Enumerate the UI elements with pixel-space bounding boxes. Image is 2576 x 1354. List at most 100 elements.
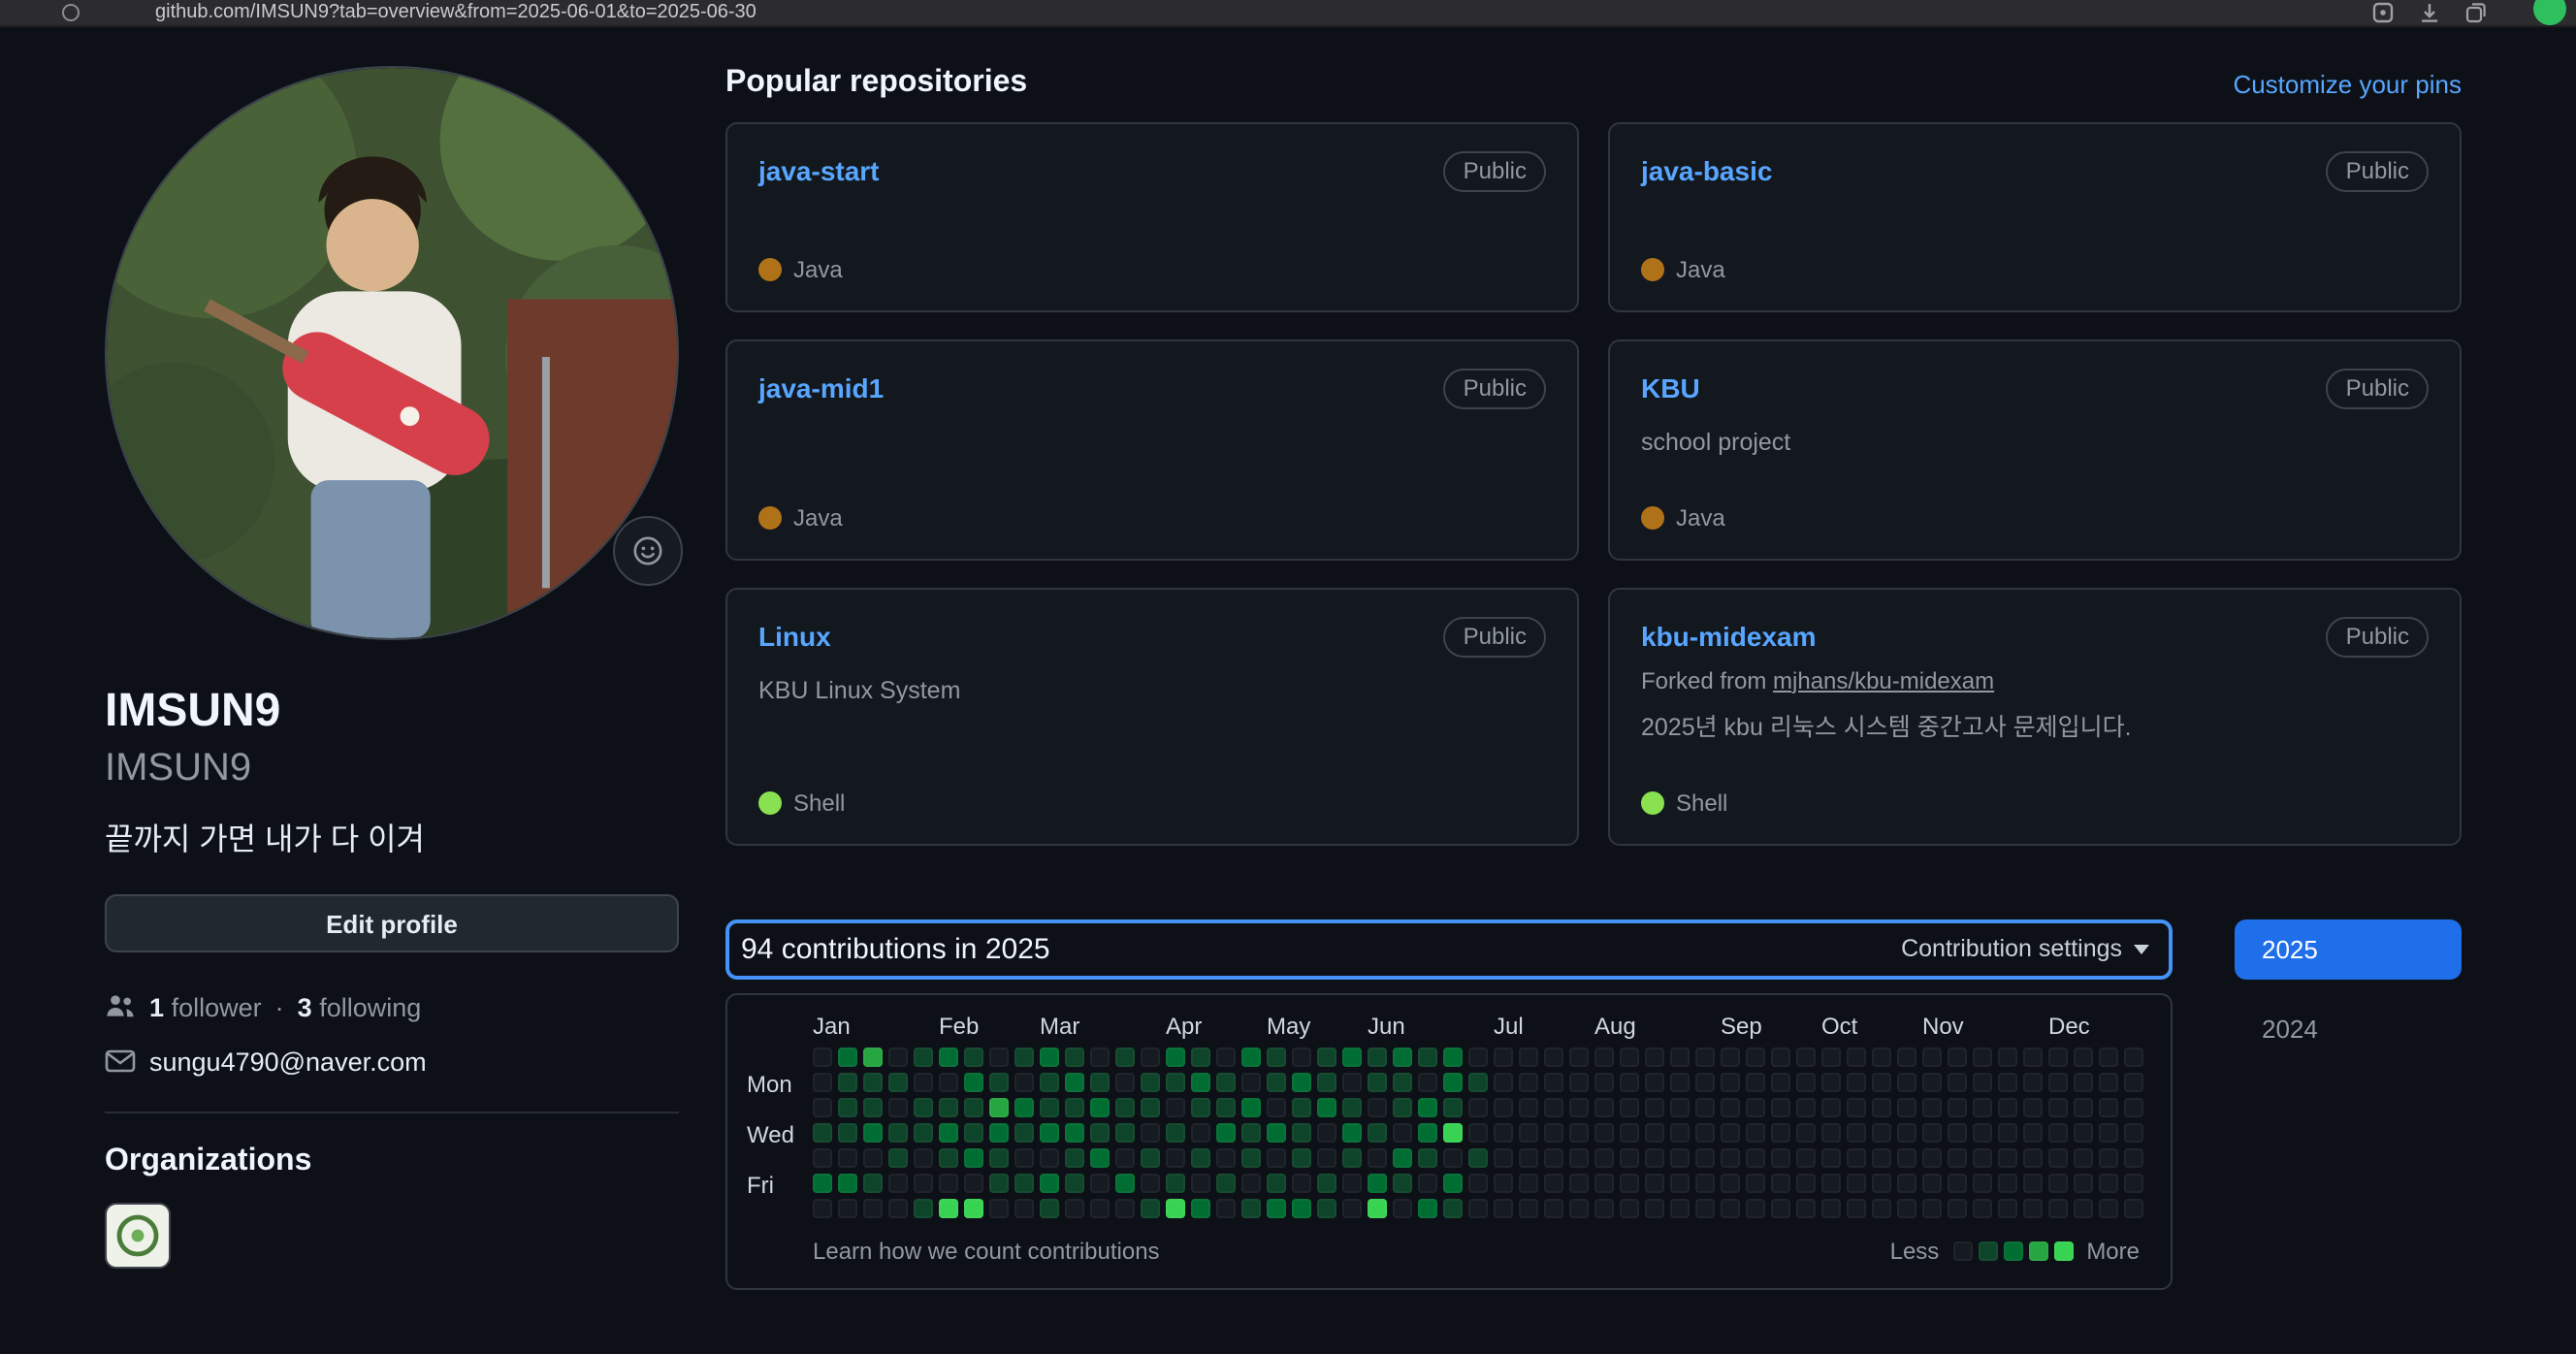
contribution-cell[interactable]	[1191, 1047, 1210, 1066]
contribution-cell[interactable]	[1594, 1047, 1614, 1066]
contribution-cell[interactable]	[1922, 1147, 1942, 1167]
contribution-cell[interactable]	[1418, 1047, 1437, 1066]
contribution-cell[interactable]	[1216, 1072, 1236, 1091]
contribution-cell[interactable]	[1948, 1147, 1967, 1167]
repo-name-link[interactable]: KBU	[1641, 369, 1700, 407]
contribution-cell[interactable]	[2048, 1047, 2068, 1066]
fork-source-link[interactable]: mjhans/kbu-midexam	[1773, 667, 1994, 694]
contribution-cell[interactable]	[1670, 1072, 1690, 1091]
contribution-cell[interactable]	[939, 1147, 958, 1167]
contribution-cell[interactable]	[1443, 1072, 1463, 1091]
download-icon[interactable]	[2419, 2, 2440, 23]
contribution-cell[interactable]	[1393, 1047, 1412, 1066]
contribution-cell[interactable]	[1569, 1173, 1589, 1192]
contribution-cell[interactable]	[1065, 1097, 1084, 1116]
contribution-cell[interactable]	[1569, 1147, 1589, 1167]
contribution-cell[interactable]	[989, 1147, 1009, 1167]
contribution-cell[interactable]	[1141, 1198, 1160, 1217]
contribution-cell[interactable]	[888, 1173, 908, 1192]
contribution-cell[interactable]	[813, 1072, 832, 1091]
contribution-cell[interactable]	[1721, 1198, 1740, 1217]
contribution-cell[interactable]	[1620, 1198, 1639, 1217]
contribution-cell[interactable]	[1645, 1173, 1664, 1192]
contribution-cell[interactable]	[1695, 1047, 1715, 1066]
contribution-cell[interactable]	[1040, 1122, 1059, 1142]
contribution-cell[interactable]	[1620, 1122, 1639, 1142]
contribution-cell[interactable]	[1216, 1198, 1236, 1217]
contribution-cell[interactable]	[1796, 1072, 1816, 1091]
contribution-cell[interactable]	[1796, 1173, 1816, 1192]
contribution-cell[interactable]	[1141, 1047, 1160, 1066]
year-button-2024[interactable]: 2024	[2235, 998, 2462, 1058]
contribution-cell[interactable]	[2099, 1173, 2118, 1192]
contribution-cell[interactable]	[1721, 1072, 1740, 1091]
contribution-cell[interactable]	[1115, 1097, 1135, 1116]
contribution-cell[interactable]	[939, 1173, 958, 1192]
browser-profile-icon[interactable]	[2533, 0, 2566, 25]
contribution-cell[interactable]	[1317, 1047, 1336, 1066]
contribution-cell[interactable]	[2099, 1122, 2118, 1142]
contribution-cell[interactable]	[1897, 1047, 1916, 1066]
contribution-cell[interactable]	[1847, 1047, 1866, 1066]
contribution-cell[interactable]	[989, 1072, 1009, 1091]
contribution-cell[interactable]	[1948, 1047, 1967, 1066]
contribution-cell[interactable]	[1670, 1147, 1690, 1167]
contribution-cell[interactable]	[1721, 1122, 1740, 1142]
contribution-cell[interactable]	[939, 1097, 958, 1116]
contribution-cell[interactable]	[888, 1147, 908, 1167]
contribution-cell[interactable]	[1191, 1198, 1210, 1217]
contribution-cell[interactable]	[914, 1173, 933, 1192]
contribution-cell[interactable]	[1166, 1173, 1185, 1192]
contribution-cell[interactable]	[2074, 1072, 2093, 1091]
contribution-cell[interactable]	[1292, 1122, 1311, 1142]
contribution-cell[interactable]	[1418, 1097, 1437, 1116]
contribution-cell[interactable]	[1872, 1047, 1891, 1066]
contribution-cell[interactable]	[1897, 1198, 1916, 1217]
contribution-cell[interactable]	[2099, 1147, 2118, 1167]
contribution-cell[interactable]	[1645, 1147, 1664, 1167]
contribution-cell[interactable]	[1267, 1173, 1286, 1192]
contribution-cell[interactable]	[2074, 1173, 2093, 1192]
contribution-cell[interactable]	[1014, 1122, 1034, 1142]
contribution-cell[interactable]	[1872, 1173, 1891, 1192]
contribution-cell[interactable]	[1973, 1072, 1992, 1091]
contribution-cell[interactable]	[914, 1122, 933, 1142]
contribution-cell[interactable]	[813, 1122, 832, 1142]
contribution-cell[interactable]	[1292, 1072, 1311, 1091]
contribution-cell[interactable]	[2074, 1198, 2093, 1217]
contribution-cell[interactable]	[1090, 1122, 1110, 1142]
contribution-cell[interactable]	[863, 1097, 883, 1116]
contribution-cell[interactable]	[2099, 1097, 2118, 1116]
contribution-cell[interactable]	[1544, 1072, 1563, 1091]
contribution-cell[interactable]	[1746, 1147, 1765, 1167]
contribution-cell[interactable]	[939, 1047, 958, 1066]
contribution-cell[interactable]	[1090, 1047, 1110, 1066]
contribution-cell[interactable]	[1771, 1147, 1790, 1167]
edit-profile-button[interactable]: Edit profile	[105, 894, 679, 953]
contribution-cell[interactable]	[1645, 1097, 1664, 1116]
contribution-cell[interactable]	[838, 1198, 857, 1217]
contribution-cell[interactable]	[1418, 1198, 1437, 1217]
contribution-cell[interactable]	[1847, 1147, 1866, 1167]
contribution-cell[interactable]	[1040, 1097, 1059, 1116]
contribution-cell[interactable]	[1821, 1097, 1841, 1116]
contribution-cell[interactable]	[2099, 1198, 2118, 1217]
contribution-cell[interactable]	[1569, 1072, 1589, 1091]
contribution-cell[interactable]	[1443, 1047, 1463, 1066]
contribution-cell[interactable]	[1267, 1047, 1286, 1066]
contribution-cell[interactable]	[1494, 1097, 1513, 1116]
contribution-cell[interactable]	[1645, 1198, 1664, 1217]
contribution-cell[interactable]	[1519, 1173, 1538, 1192]
contribution-cell[interactable]	[1443, 1097, 1463, 1116]
contribution-cell[interactable]	[1821, 1147, 1841, 1167]
contribution-cell[interactable]	[1746, 1173, 1765, 1192]
contribution-cell[interactable]	[1796, 1047, 1816, 1066]
contribution-cell[interactable]	[1267, 1097, 1286, 1116]
contribution-cell[interactable]	[863, 1147, 883, 1167]
contribution-cell[interactable]	[1393, 1173, 1412, 1192]
contribution-cell[interactable]	[1872, 1072, 1891, 1091]
contribution-cell[interactable]	[1393, 1097, 1412, 1116]
contribution-cell[interactable]	[1368, 1198, 1387, 1217]
contribution-cell[interactable]	[1342, 1147, 1362, 1167]
contribution-cell[interactable]	[2074, 1097, 2093, 1116]
